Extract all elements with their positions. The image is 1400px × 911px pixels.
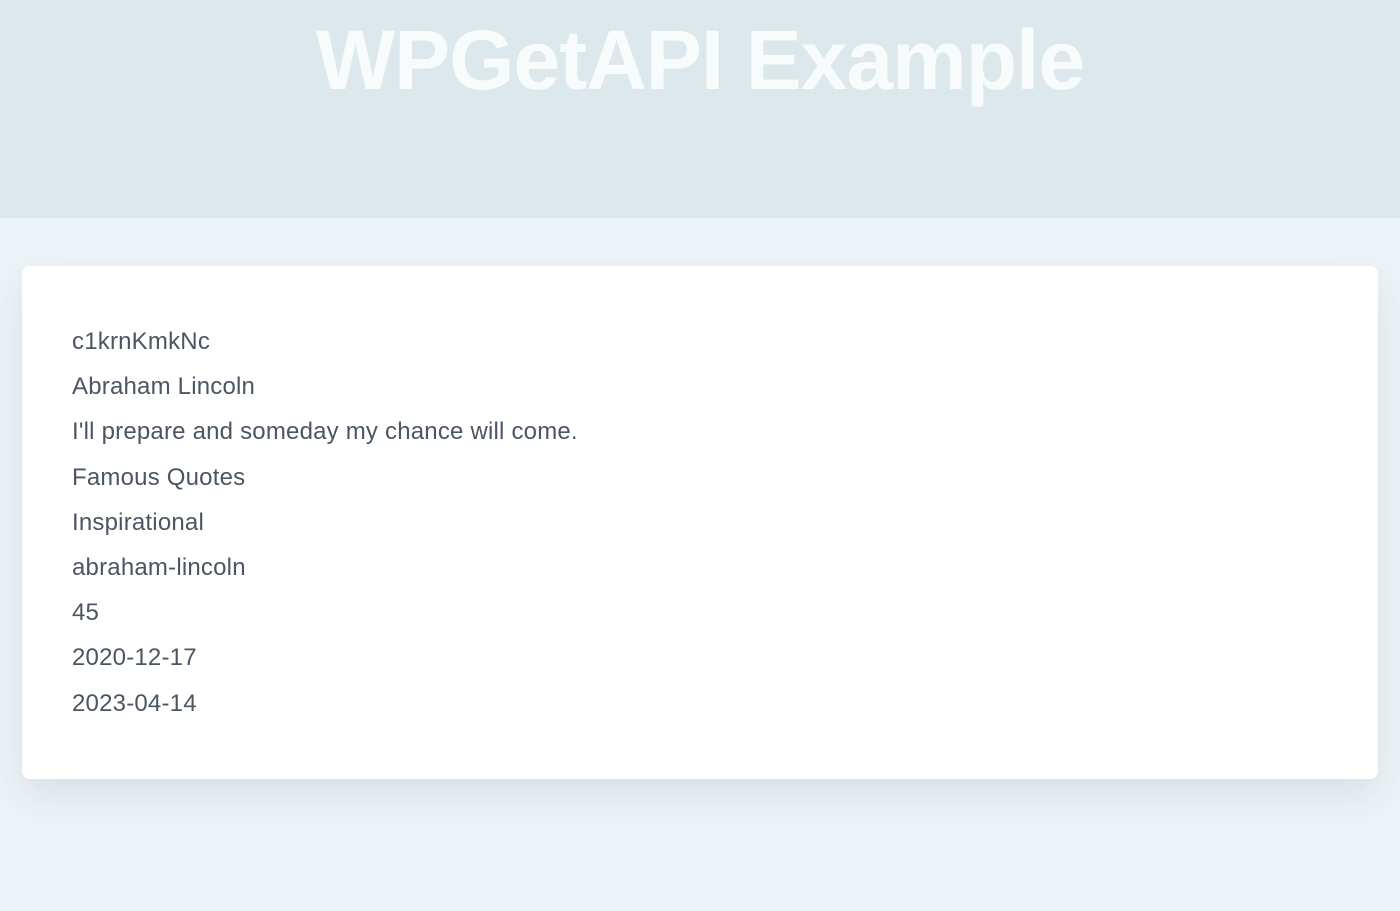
hero-banner: WPGetAPI Example: [0, 0, 1400, 218]
quote-length: 45: [72, 597, 1328, 628]
page-title: WPGetAPI Example: [316, 18, 1084, 102]
date-added: 2020-12-17: [72, 642, 1328, 673]
quote-author: Abraham Lincoln: [72, 371, 1328, 402]
quote-text: I'll prepare and someday my chance will …: [72, 416, 1328, 447]
date-modified: 2023-04-14: [72, 688, 1328, 719]
content-card: c1krnKmkNc Abraham Lincoln I'll prepare …: [22, 266, 1378, 779]
quote-tag-1: Famous Quotes: [72, 462, 1328, 493]
quote-id: c1krnKmkNc: [72, 326, 1328, 357]
quote-tag-2: Inspirational: [72, 507, 1328, 538]
page-body: c1krnKmkNc Abraham Lincoln I'll prepare …: [0, 218, 1400, 819]
author-slug: abraham-lincoln: [72, 552, 1328, 583]
